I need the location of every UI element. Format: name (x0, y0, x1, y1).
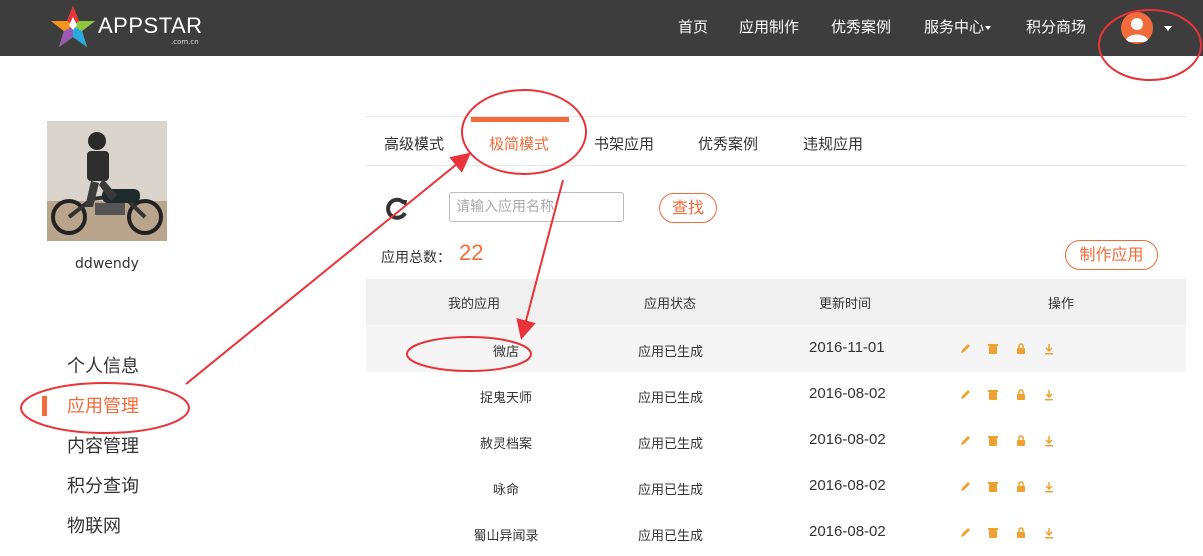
tab-bookshelf-apps[interactable]: 书架应用 (594, 134, 654, 154)
column-header-app: 我的应用 (448, 297, 501, 312)
delete-icon[interactable] (986, 341, 1000, 355)
lock-icon[interactable] (1014, 479, 1028, 493)
edit-icon[interactable] (958, 387, 972, 401)
tab-active-indicator (471, 117, 569, 122)
app-updated-cell: 2016-08-02 (809, 385, 886, 402)
download-icon[interactable] (1042, 341, 1056, 355)
tab-simple-mode[interactable]: 极简模式 (489, 134, 549, 154)
table-row: 捉鬼天师 应用已生成 2016-08-02 (366, 372, 1186, 418)
app-updated-cell: 2016-08-02 (809, 477, 886, 494)
nav-home[interactable]: 首页 (678, 17, 708, 37)
edit-icon[interactable] (958, 433, 972, 447)
app-status-cell: 应用已生成 (638, 391, 704, 406)
search-button[interactable]: 查找 (659, 193, 717, 223)
app-name-cell[interactable]: 捉鬼天师 (480, 387, 532, 406)
table-row: 蜀山异闻录 应用已生成 2016-08-02 (366, 510, 1186, 556)
user-avatar-button[interactable] (1121, 12, 1153, 44)
delete-icon[interactable] (986, 433, 1000, 447)
annotation-circle-tab (461, 89, 587, 175)
delete-icon[interactable] (986, 525, 1000, 539)
column-header-status: 应用状态 (644, 297, 697, 312)
app-status-cell: 应用已生成 (638, 345, 704, 360)
app-status-cell: 应用已生成 (638, 483, 704, 498)
table-row: 赦灵档案 应用已生成 2016-08-02 (366, 418, 1186, 464)
app-updated-cell: 2016-08-02 (809, 431, 886, 448)
tab-showcase[interactable]: 优秀案例 (698, 134, 758, 154)
lock-icon[interactable] (1014, 387, 1028, 401)
app-count-label: 应用总数： (381, 250, 451, 266)
download-icon[interactable] (1042, 387, 1056, 401)
tabs-bottom-divider (366, 165, 1186, 166)
column-header-updated: 更新时间 (819, 297, 872, 312)
create-app-button[interactable]: 制作应用 (1065, 240, 1158, 270)
table-row: 微店 应用已生成 2016-11-01 (366, 326, 1186, 372)
lock-icon[interactable] (1014, 433, 1028, 447)
nav-service-center-label: 服务中心 (924, 18, 985, 36)
refresh-icon[interactable] (384, 196, 410, 222)
download-icon[interactable] (1042, 479, 1056, 493)
app-name-cell[interactable]: 赦灵档案 (480, 433, 532, 452)
top-navbar: APPSTAR .com.cn 首页 应用制作 优秀案例 服务中心 积分商场 (0, 0, 1203, 56)
delete-icon[interactable] (986, 387, 1000, 401)
motorcycle-photo (47, 121, 167, 241)
sidebar-item-iot[interactable]: 物联网 (67, 515, 121, 539)
download-icon[interactable] (1042, 433, 1056, 447)
sidebar-item-content-management[interactable]: 内容管理 (67, 435, 139, 459)
edit-icon[interactable] (958, 525, 972, 539)
sidebar-item-points-query[interactable]: 积分查询 (67, 475, 139, 499)
app-status-cell: 应用已生成 (638, 529, 704, 544)
user-menu-chevron-icon[interactable] (1164, 26, 1172, 31)
app-updated-cell: 2016-08-02 (809, 523, 886, 540)
app-name-cell[interactable]: 微店 (493, 341, 519, 360)
nav-points-mall[interactable]: 积分商场 (1026, 17, 1086, 37)
profile-username: ddwendy (75, 256, 139, 272)
edit-icon[interactable] (958, 479, 972, 493)
app-name-cell[interactable]: 蜀山异闻录 (473, 525, 538, 544)
delete-icon[interactable] (986, 479, 1000, 493)
tab-violating-apps[interactable]: 违规应用 (803, 134, 863, 154)
star-logo-icon (51, 6, 95, 47)
user-icon (1125, 18, 1149, 42)
table-header: 我的应用 应用状态 更新时间 操作 (366, 279, 1186, 325)
nav-app-create[interactable]: 应用制作 (739, 17, 799, 37)
table-row: 咏命 应用已生成 2016-08-02 (366, 464, 1186, 510)
app-updated-cell: 2016-11-01 (809, 339, 885, 356)
sidebar-item-profile-info[interactable]: 个人信息 (67, 355, 139, 379)
app-search-input[interactable] (449, 192, 624, 222)
sidebar-active-indicator (42, 396, 47, 416)
appstar-logo[interactable]: APPSTAR .com.cn (50, 4, 202, 50)
app-status-cell: 应用已生成 (638, 437, 704, 452)
sidebar-item-app-management[interactable]: 应用管理 (67, 395, 139, 419)
nav-cases[interactable]: 优秀案例 (831, 17, 891, 37)
download-icon[interactable] (1042, 525, 1056, 539)
app-count-value: 22 (459, 240, 484, 265)
lock-icon[interactable] (1014, 525, 1028, 539)
lock-icon[interactable] (1014, 341, 1028, 355)
chevron-down-icon (985, 25, 992, 30)
page: APPSTAR .com.cn 首页 应用制作 优秀案例 服务中心 积分商场 d… (0, 0, 1203, 556)
brand-name: APPSTAR (98, 13, 203, 38)
edit-icon[interactable] (958, 341, 972, 355)
column-header-actions: 操作 (1048, 297, 1075, 312)
app-name-cell[interactable]: 咏命 (493, 479, 519, 498)
brand-domain: .com.cn (171, 38, 199, 46)
tab-advanced-mode[interactable]: 高级模式 (384, 134, 444, 154)
nav-service-center[interactable]: 服务中心 (924, 17, 992, 37)
profile-photo (47, 121, 167, 241)
